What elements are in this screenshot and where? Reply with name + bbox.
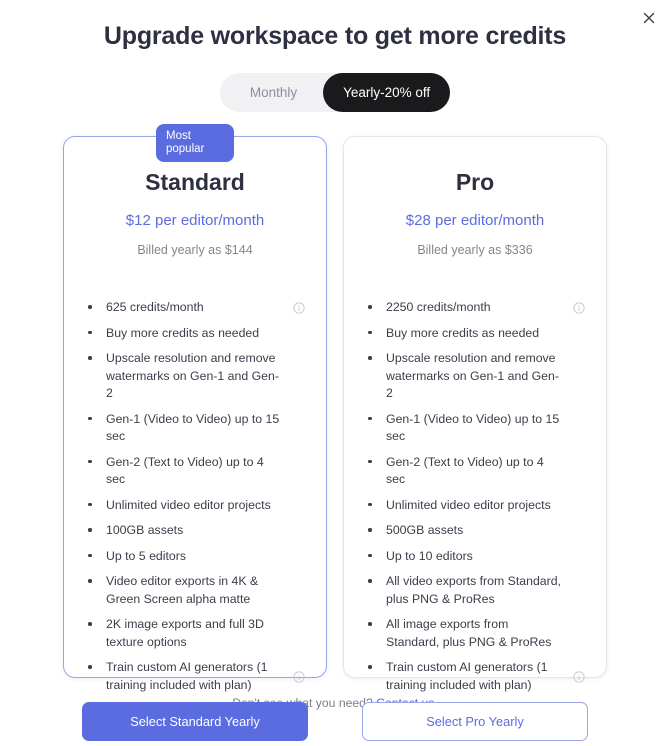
billing-toggle-wrap: Monthly Yearly-20% off [0, 73, 670, 112]
feature-item: Upscale resolution and remove watermarks… [88, 350, 305, 403]
feature-item: Gen-2 (Text to Video) up to 4 sec [88, 454, 305, 489]
bullet-icon [88, 503, 98, 507]
feature-label: 625 credits/month [106, 300, 204, 314]
feature-item: Gen-2 (Text to Video) up to 4 sec [368, 454, 585, 489]
toggle-option-yearly[interactable]: Yearly-20% off [323, 73, 451, 112]
bullet-icon [88, 665, 98, 669]
bullet-icon [368, 305, 378, 309]
feature-item: 625 credits/month [88, 299, 305, 317]
bullet-icon [368, 622, 378, 626]
plan-billed-pro: Billed yearly as $336 [417, 243, 533, 257]
toggle-option-monthly[interactable]: Monthly [220, 73, 323, 112]
feature-list-standard: 625 credits/month Buy more credits as nee… [82, 299, 308, 702]
bullet-icon [88, 622, 98, 626]
feature-label: Unlimited video editor projects [106, 497, 271, 512]
feature-item: Train custom AI generators (1 training i… [88, 659, 305, 694]
feature-item: Video editor exports in 4K & Green Scree… [88, 573, 305, 608]
info-icon[interactable] [573, 302, 585, 314]
feature-label: Unlimited video editor projects [386, 497, 551, 512]
feature-item: Upscale resolution and remove watermarks… [368, 350, 585, 403]
feature-item: 2K image exports and full 3D texture opt… [88, 616, 305, 651]
bullet-icon [368, 579, 378, 583]
feature-item: Gen-1 (Video to Video) up to 15 sec [368, 411, 585, 446]
bullet-icon [368, 331, 378, 335]
select-pro-button[interactable]: Select Pro Yearly [362, 702, 588, 741]
info-icon[interactable] [573, 670, 585, 683]
feature-label: Gen-2 (Text to Video) up to 4 sec [106, 454, 264, 487]
info-icon[interactable] [293, 670, 305, 683]
feature-list-pro: 2250 credits/month Buy more credits as ne… [362, 299, 588, 702]
bullet-icon [88, 554, 98, 558]
feature-item: 500GB assets [368, 522, 585, 540]
plan-card-pro: Pro $28 per editor/month Billed yearly a… [343, 136, 607, 741]
feature-item: Up to 10 editors [368, 548, 585, 566]
info-icon[interactable] [293, 302, 305, 314]
feature-label: Train custom AI generators (1 training i… [106, 660, 268, 692]
feature-label: 2250 credits/month [386, 300, 491, 314]
feature-label: 100GB assets [106, 523, 184, 537]
bullet-icon [88, 356, 98, 360]
feature-label: Upscale resolution and remove watermarks… [386, 351, 559, 400]
feature-label: Gen-2 (Text to Video) up to 4 sec [386, 454, 544, 487]
feature-item: 100GB assets [88, 522, 305, 540]
feature-label: Gen-1 (Video to Video) up to 15 sec [386, 411, 560, 444]
feature-item: 2250 credits/month [368, 299, 585, 317]
feature-label: Train custom AI generators (1 training i… [386, 660, 548, 692]
bullet-icon [368, 356, 378, 360]
plan-name-pro: Pro [455, 169, 495, 195]
plan-cards: Most popular Standard $12 per editor/mon… [0, 124, 670, 741]
bullet-icon [88, 331, 98, 335]
feature-label: Buy more credits as needed [106, 325, 260, 340]
feature-label: Video editor exports in 4K & Green Scree… [106, 574, 259, 606]
bullet-icon [88, 579, 98, 583]
feature-item: All image exports from Standard, plus PN… [368, 616, 585, 651]
bullet-icon [368, 554, 378, 558]
bullet-icon [368, 417, 378, 421]
feature-label: All image exports from Standard, plus PN… [386, 617, 552, 649]
feature-label: Gen-1 (Video to Video) up to 15 sec [106, 411, 280, 444]
feature-item: Buy more credits as needed [88, 325, 305, 343]
billing-toggle[interactable]: Monthly Yearly-20% off [219, 73, 451, 112]
bullet-icon [368, 665, 378, 669]
plan-card-standard: Most popular Standard $12 per editor/mon… [63, 124, 327, 741]
feature-item: Up to 5 editors [88, 548, 305, 566]
feature-label: 2K image exports and full 3D texture opt… [106, 617, 264, 649]
feature-item: Train custom AI generators (1 training i… [368, 659, 585, 694]
bullet-icon [368, 528, 378, 532]
feature-label: All video exports from Standard, plus PN… [386, 574, 561, 606]
feature-item: Buy more credits as needed [368, 325, 585, 343]
feature-label: 500GB assets [386, 523, 464, 537]
bullet-icon [88, 305, 98, 309]
bullet-icon [88, 417, 98, 421]
feature-item: Unlimited video editor projects [368, 497, 585, 515]
close-icon[interactable] [638, 7, 660, 29]
feature-label: Buy more credits as needed [386, 325, 540, 340]
plan-price-pro: $28 per editor/month [405, 212, 545, 229]
feature-item: Gen-1 (Video to Video) up to 15 sec [88, 411, 305, 446]
bullet-icon [368, 503, 378, 507]
feature-label: Upscale resolution and remove watermarks… [106, 351, 279, 400]
bullet-icon [368, 460, 378, 464]
plan-price-standard: $12 per editor/month [125, 212, 265, 229]
feature-item: All video exports from Standard, plus PN… [368, 573, 585, 608]
page-title: Upgrade workspace to get more credits [103, 22, 567, 50]
select-standard-button[interactable]: Select Standard Yearly [82, 702, 308, 741]
plan-billed-standard: Billed yearly as $144 [137, 243, 253, 257]
most-popular-badge: Most popular [156, 124, 234, 162]
feature-label: Up to 5 editors [106, 548, 186, 563]
plan-name-standard: Standard [145, 169, 245, 195]
bullet-icon [88, 460, 98, 464]
feature-item: Unlimited video editor projects [88, 497, 305, 515]
bullet-icon [88, 528, 98, 532]
feature-label: Up to 10 editors [386, 548, 473, 563]
